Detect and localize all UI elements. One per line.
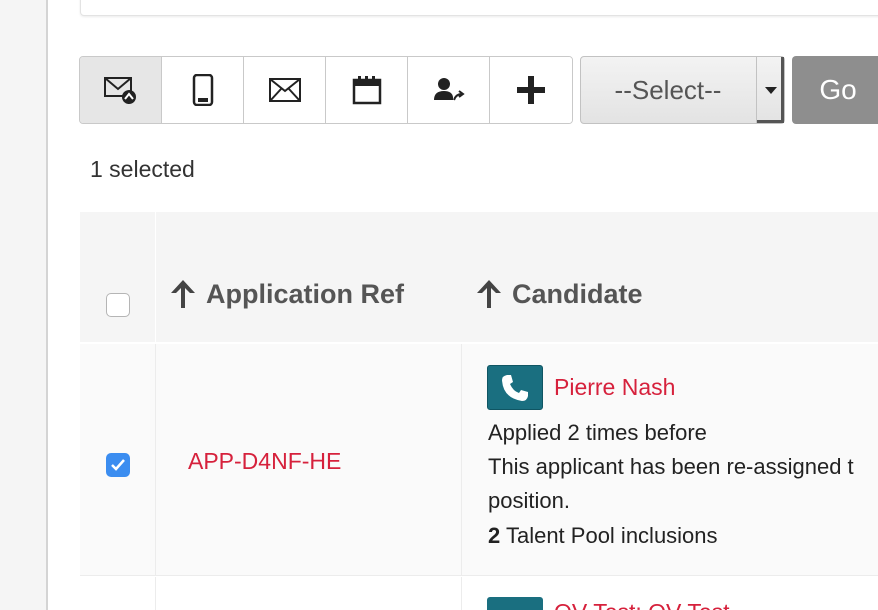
mobile-phone-icon [192, 74, 213, 106]
phone-icon [502, 374, 528, 401]
selected-count: 1 selected [90, 156, 195, 182]
reassign-user-icon [433, 78, 465, 101]
action-button-group [79, 56, 573, 124]
table-header: Application Ref Candidate [80, 212, 878, 342]
column-header-application-ref[interactable]: Application Ref [168, 278, 404, 310]
talent-pool-label: Talent Pool inclusions [500, 523, 718, 548]
go-button[interactable]: Go [792, 56, 878, 124]
sort-up-icon [171, 280, 195, 308]
calendar-icon [352, 76, 381, 105]
row-checkbox[interactable] [106, 453, 130, 477]
column-label: Candidate [512, 278, 643, 309]
position-text: position. [488, 488, 570, 513]
header-checkbox-cell [80, 212, 156, 342]
table-row: QV Test: QV Test [80, 577, 878, 610]
left-rail [0, 0, 48, 610]
applications-table: Application Ref Candidate APP-D4NF-HE Pi… [80, 212, 878, 610]
application-ref-link[interactable]: APP-D4NF-HE [188, 448, 341, 475]
reassigned-text: This applicant has been re-assigned t [488, 454, 854, 479]
send-message-button[interactable] [244, 57, 326, 123]
candidate-cell: QV Test: QV Test [462, 577, 878, 610]
talent-pool-text: 2 Talent Pool inclusions [488, 523, 718, 549]
row-checkbox-cell [80, 577, 156, 610]
envelope-icon [268, 78, 301, 102]
action-select[interactable]: --Select-- [580, 56, 785, 124]
applied-before-text: Applied 2 times before [488, 420, 707, 445]
row-checkbox-cell [80, 344, 156, 576]
candidate-name-link[interactable]: Pierre Nash [554, 374, 675, 401]
add-button[interactable] [490, 57, 572, 123]
select-value: --Select-- [614, 74, 722, 105]
sort-up-icon [477, 280, 501, 308]
select-all-checkbox[interactable] [106, 293, 130, 317]
call-candidate-button[interactable] [487, 365, 543, 410]
application-ref-cell [156, 577, 462, 610]
table-row: APP-D4NF-HE Pierre Nash Applied 2 times … [80, 344, 878, 576]
application-ref-cell: APP-D4NF-HE [156, 344, 462, 576]
reassign-button[interactable] [408, 57, 490, 123]
candidate-cell: Pierre Nash Applied 2 times before This … [462, 344, 878, 576]
send-sms-button[interactable] [162, 57, 244, 123]
send-email-button[interactable] [80, 57, 162, 123]
column-header-candidate[interactable]: Candidate [474, 278, 643, 310]
email-forward-icon [103, 77, 136, 104]
candidate-name-link[interactable]: QV Test: QV Test [554, 599, 730, 610]
top-panel [80, 0, 878, 16]
column-label: Application Ref [206, 278, 405, 309]
plus-icon [517, 76, 545, 104]
checkmark-icon [111, 459, 125, 471]
action-toolbar: --Select-- Go [79, 56, 878, 124]
schedule-button[interactable] [326, 57, 408, 123]
talent-pool-count: 2 [488, 523, 501, 548]
chevron-down-icon [756, 57, 784, 123]
call-candidate-button[interactable] [487, 597, 543, 610]
